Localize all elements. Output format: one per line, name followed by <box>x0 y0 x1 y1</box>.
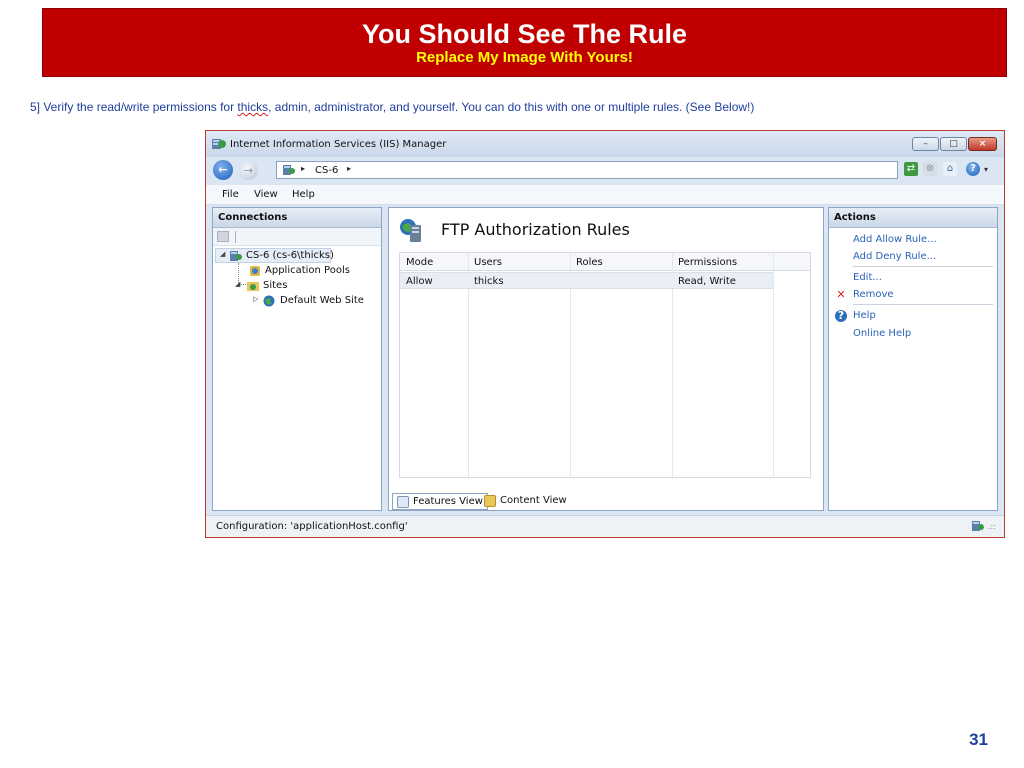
menu-bar: File View Help <box>206 185 1004 205</box>
save-connection-icon[interactable] <box>217 231 229 242</box>
tab-label-content: Content View <box>500 495 567 506</box>
slide-title: You Should See The Rule <box>361 19 688 49</box>
column-header-roles[interactable]: Roles <box>576 257 603 268</box>
forward-button[interactable]: → <box>239 161 258 180</box>
tree-label-sites: Sites <box>263 280 288 291</box>
forward-arrow-icon: → <box>243 164 254 177</box>
iis-app-icon <box>212 139 226 149</box>
page-title: FTP Authorization Rules <box>441 220 630 239</box>
navigation-bar: ← → ▸ CS-6 ▸ ⇄ ⊗ ⌂ ? ▾ <box>206 157 1004 183</box>
instruction-after: , admin, administrator, and yourself. Yo… <box>268 100 755 114</box>
tree-item-default-web-site[interactable]: ▷ Default Web Site <box>253 294 373 309</box>
connections-panel: Connections ◢ CS-6 (cs-6\thicks) Applica… <box>212 207 382 511</box>
cell-users: thicks <box>474 276 504 287</box>
authorization-rules-table: Mode Users Roles Permissions Allow thick… <box>399 252 811 479</box>
connections-header: Connections <box>213 208 381 228</box>
iis-manager-window: Internet Information Services (IIS) Mana… <box>205 130 1005 538</box>
action-add-allow-rule[interactable]: Add Allow Rule... <box>853 234 937 245</box>
toolbar-divider <box>235 231 236 243</box>
status-bar: Configuration: 'applicationHost.config' … <box>206 515 1004 537</box>
tree-item-sites[interactable]: ◢ Sites <box>235 279 335 294</box>
help-icon[interactable]: ? <box>966 162 980 176</box>
breadcrumb-separator[interactable]: ▸ <box>347 164 351 173</box>
tab-content-view[interactable]: Content View <box>480 493 571 510</box>
sites-folder-icon <box>247 282 259 291</box>
tab-features-view[interactable]: Features View <box>392 493 488 510</box>
app-pools-icon <box>250 266 260 276</box>
connect-icon[interactable]: ⇄ <box>904 162 918 176</box>
expand-toggle-icon[interactable]: ▷ <box>253 295 258 303</box>
table-row[interactable]: Allow thicks Read, Write <box>400 272 773 289</box>
tree-label-application-pools: Application Pools <box>265 265 350 276</box>
instruction-user: thicks <box>237 100 269 114</box>
server-status-icon <box>972 521 984 531</box>
menu-view[interactable]: View <box>254 189 278 200</box>
title-bar[interactable]: Internet Information Services (IIS) Mana… <box>206 131 1004 157</box>
table-header: Mode Users Roles Permissions <box>400 253 810 271</box>
tree-label-default-web-site: Default Web Site <box>280 295 364 306</box>
tab-label-features: Features View <box>413 496 483 507</box>
tree-item-server[interactable]: ◢ CS-6 (cs-6\thicks) <box>215 248 334 263</box>
stop-icon[interactable]: ⊗ <box>923 162 937 176</box>
instruction-text: 5] Verify the read/write permissions for… <box>30 100 754 114</box>
action-remove[interactable]: Remove <box>853 289 894 300</box>
tree-label-server: CS-6 (cs-6\thicks) <box>246 250 334 261</box>
content-view-icon <box>484 495 496 507</box>
status-text: Configuration: 'applicationHost.config' <box>216 521 408 532</box>
resize-grip-icon[interactable]: .:: <box>988 522 996 531</box>
breadcrumb-node[interactable]: CS-6 <box>315 165 338 176</box>
maximize-button[interactable]: □ <box>940 137 967 151</box>
back-arrow-icon: ← <box>218 163 228 176</box>
features-view-icon <box>397 496 409 508</box>
action-edit[interactable]: Edit... <box>853 272 882 283</box>
address-bar[interactable]: ▸ CS-6 ▸ <box>276 161 898 179</box>
actions-header: Actions <box>829 208 997 228</box>
server-icon <box>283 165 295 175</box>
view-tabs: Features View Content View <box>388 491 824 511</box>
connections-toolbar <box>213 228 381 246</box>
action-online-help[interactable]: Online Help <box>853 328 911 339</box>
menu-help[interactable]: Help <box>292 189 315 200</box>
help-dropdown-icon[interactable]: ▾ <box>984 165 988 174</box>
cell-permissions: Read, Write <box>678 276 736 287</box>
home-icon[interactable]: ⌂ <box>943 162 957 176</box>
action-help[interactable]: Help <box>853 310 876 321</box>
action-add-deny-rule[interactable]: Add Deny Rule... <box>853 251 936 262</box>
slide-number: 31 <box>969 730 988 749</box>
minimize-button[interactable]: – <box>912 137 939 151</box>
help-icon: ? <box>835 310 847 322</box>
column-header-users[interactable]: Users <box>474 257 502 268</box>
tree-item-application-pools[interactable]: Application Pools <box>249 264 369 279</box>
server-icon <box>230 251 242 261</box>
breadcrumb-separator[interactable]: ▸ <box>301 164 305 173</box>
globe-icon <box>263 295 275 307</box>
remove-icon: ✕ <box>836 288 846 301</box>
actions-panel: Actions Add Allow Rule... Add Deny Rule.… <box>828 207 998 511</box>
slide-header: You Should See The Rule Replace My Image… <box>42 8 1007 77</box>
column-header-permissions[interactable]: Permissions <box>678 257 737 268</box>
window-title: Internet Information Services (IIS) Mana… <box>230 139 447 150</box>
instruction-before: 5] Verify the read/write permissions for <box>30 100 238 114</box>
slide-subtitle: Replace My Image With Yours! <box>416 49 633 66</box>
ftp-authorization-panel: FTP Authorization Rules Mode Users Roles… <box>388 207 824 511</box>
close-button[interactable]: × <box>968 137 997 151</box>
ftp-authorization-icon <box>400 219 421 242</box>
actions-separator <box>853 266 993 267</box>
column-divider <box>773 253 774 479</box>
cell-mode: Allow <box>406 276 433 287</box>
menu-file[interactable]: File <box>222 189 239 200</box>
actions-separator <box>853 304 993 305</box>
collapse-toggle-icon[interactable]: ◢ <box>235 280 240 288</box>
back-button[interactable]: ← <box>213 160 233 180</box>
column-header-mode[interactable]: Mode <box>406 257 433 268</box>
collapse-toggle-icon[interactable]: ◢ <box>220 250 225 258</box>
